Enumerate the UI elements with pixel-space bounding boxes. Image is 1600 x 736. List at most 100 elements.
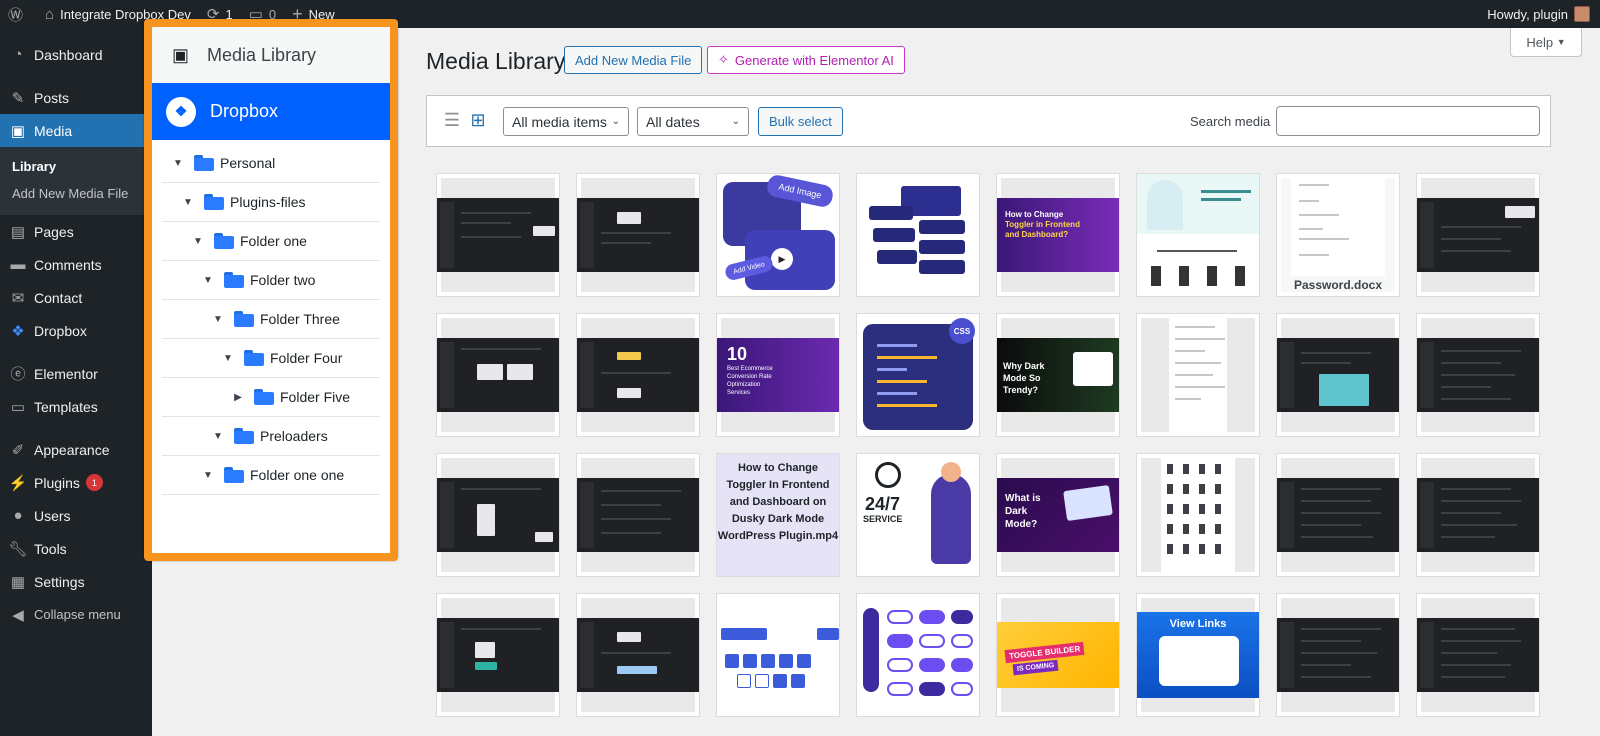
folder-folder-one[interactable]: ▼ Folder one: [162, 222, 380, 261]
add-new-media-button[interactable]: Add New Media File: [564, 46, 703, 74]
media-item[interactable]: [856, 593, 980, 717]
menu-dashboard[interactable]: ◔ Dashboard: [0, 38, 152, 71]
media-item[interactable]: [716, 593, 840, 717]
caret-down-icon[interactable]: ▼: [212, 314, 224, 325]
grid-view-icon[interactable]: ⊞: [468, 110, 488, 130]
media-item[interactable]: 24/7 SERVICE: [856, 453, 980, 577]
media-item[interactable]: View Links: [1136, 593, 1260, 717]
search-input[interactable]: [1276, 106, 1540, 136]
folder-plugins-files[interactable]: ▼ Plugins-files: [162, 183, 380, 222]
folder-folder-four[interactable]: ▼ Folder Four: [162, 339, 380, 378]
caret-down-icon[interactable]: ▼: [172, 158, 184, 169]
submenu-add-new[interactable]: Add New Media File: [0, 180, 152, 207]
dropbox-icon: ❖: [166, 96, 196, 127]
media-item[interactable]: 10 Best Ecommerce Conversion Rate Optimi…: [716, 313, 840, 437]
media-item[interactable]: Add Image ▶ Add Video: [716, 173, 840, 297]
media-item[interactable]: [436, 313, 560, 437]
media-item[interactable]: [436, 453, 560, 577]
media-item[interactable]: [1416, 593, 1540, 717]
media-item[interactable]: CSS: [856, 313, 980, 437]
media-item[interactable]: [1416, 453, 1540, 577]
filter-date-value: All dates: [646, 113, 700, 130]
caret-down-icon[interactable]: ▼: [202, 275, 214, 286]
dashboard-icon: ◔: [13, 46, 23, 63]
folder-icon: [234, 311, 254, 327]
media-item[interactable]: How to Change Toggler In Frontend and Da…: [716, 453, 840, 577]
folder-folder-three[interactable]: ▼ Folder Three: [162, 300, 380, 339]
date-filter[interactable]: All dates ⌄: [637, 107, 749, 136]
media-item[interactable]: Why Dark Mode So Trendy?: [996, 313, 1120, 437]
menu-plugins[interactable]: ⚡ Plugins 1: [0, 466, 152, 499]
menu-posts[interactable]: ✎ Posts: [0, 81, 152, 114]
folder-preloaders[interactable]: ▼ Preloaders: [162, 417, 380, 456]
folder-personal[interactable]: ▼ Personal: [162, 144, 380, 183]
wordpress-logo[interactable]: Ⓦ: [0, 0, 37, 28]
media-library-source[interactable]: ▣ Media Library: [152, 27, 390, 83]
media-item[interactable]: [436, 173, 560, 297]
menu-collapse[interactable]: ◀ Collapse menu: [0, 598, 152, 631]
wrench-icon: 🔧︎: [8, 540, 28, 558]
caret-down-icon: ▼: [1556, 37, 1566, 47]
media-grid: Add Image ▶ Add Video How to Change Toggl…: [436, 173, 1546, 717]
account-menu[interactable]: Howdy, plugin: [1487, 6, 1600, 22]
media-item[interactable]: [436, 593, 560, 717]
menu-appearance[interactable]: ✐ Appearance: [0, 433, 152, 466]
folder-label: Plugins-files: [230, 194, 306, 210]
media-item[interactable]: [576, 173, 700, 297]
media-item[interactable]: What is Dark Mode?: [996, 453, 1120, 577]
caret-down-icon[interactable]: ▼: [202, 470, 214, 481]
menu-comments[interactable]: ▬ Comments: [0, 248, 152, 281]
media-item[interactable]: [1136, 173, 1260, 297]
media-item[interactable]: [1276, 453, 1400, 577]
menu-label: Contact: [34, 289, 83, 306]
media-type-filter[interactable]: All media items ⌄: [503, 107, 629, 136]
dropbox-source[interactable]: ❖ Dropbox: [152, 83, 390, 140]
list-view-icon[interactable]: ☰: [442, 110, 462, 130]
menu-media[interactable]: ▣ Media: [0, 114, 152, 147]
menu-pages[interactable]: ▤ Pages: [0, 215, 152, 248]
media-item[interactable]: [576, 313, 700, 437]
folder-folder-one-one[interactable]: ▼ Folder one one: [162, 456, 380, 495]
menu-dropbox[interactable]: ❖ Dropbox: [0, 314, 152, 347]
media-item[interactable]: [1136, 453, 1260, 577]
play-icon: ▶: [771, 248, 793, 270]
media-item[interactable]: Password.docx: [1276, 173, 1400, 297]
avatar: [1574, 6, 1590, 22]
media-item[interactable]: [1416, 313, 1540, 437]
thumb-text: and Dashboard?: [1005, 230, 1069, 239]
caret-down-icon[interactable]: ▼: [182, 197, 194, 208]
media-item[interactable]: [1136, 313, 1260, 437]
submenu-library[interactable]: Library: [0, 153, 152, 180]
media-item[interactable]: [1276, 593, 1400, 717]
folder-folder-five[interactable]: ▶ Folder Five: [162, 378, 380, 417]
caret-down-icon[interactable]: ▼: [192, 236, 204, 247]
menu-settings[interactable]: ▦ Settings: [0, 565, 152, 598]
menu-users[interactable]: ● Users: [0, 499, 152, 532]
menu-templates[interactable]: ▭ Templates: [0, 390, 152, 423]
folder-icon: [254, 389, 274, 405]
media-item[interactable]: How to Change Toggler in Frontend and Dash…: [996, 173, 1120, 297]
home-icon: ⌂: [45, 5, 55, 23]
menu-contact[interactable]: ✉ Contact: [0, 281, 152, 314]
media-item[interactable]: [1276, 313, 1400, 437]
folder-folder-two[interactable]: ▼ Folder two: [162, 261, 380, 300]
main-content: Help ▼ Media Library Add New Media File …: [398, 28, 1600, 736]
caret-right-icon[interactable]: ▶: [232, 392, 244, 403]
bulk-select-button[interactable]: Bulk select: [758, 107, 843, 136]
folder-label: Folder Five: [280, 389, 351, 405]
media-item[interactable]: TOGGLE BUILDER IS COMING: [996, 593, 1120, 717]
help-tab[interactable]: Help ▼: [1510, 28, 1582, 57]
sparkle-icon: ✧: [718, 52, 729, 67]
media-library-icon: ▣: [172, 44, 190, 65]
filter-type-value: All media items: [512, 113, 607, 130]
caret-down-icon[interactable]: ▼: [222, 353, 234, 364]
menu-tools[interactable]: 🔧︎ Tools: [0, 532, 152, 565]
media-item[interactable]: [856, 173, 980, 297]
thumb-text: How to Change: [1005, 210, 1064, 219]
media-item[interactable]: [576, 453, 700, 577]
generate-ai-button[interactable]: ✧ Generate with Elementor AI: [707, 46, 905, 74]
media-item[interactable]: [576, 593, 700, 717]
media-item[interactable]: [1416, 173, 1540, 297]
caret-down-icon[interactable]: ▼: [212, 431, 224, 442]
menu-elementor[interactable]: ⓔ Elementor: [0, 357, 152, 390]
